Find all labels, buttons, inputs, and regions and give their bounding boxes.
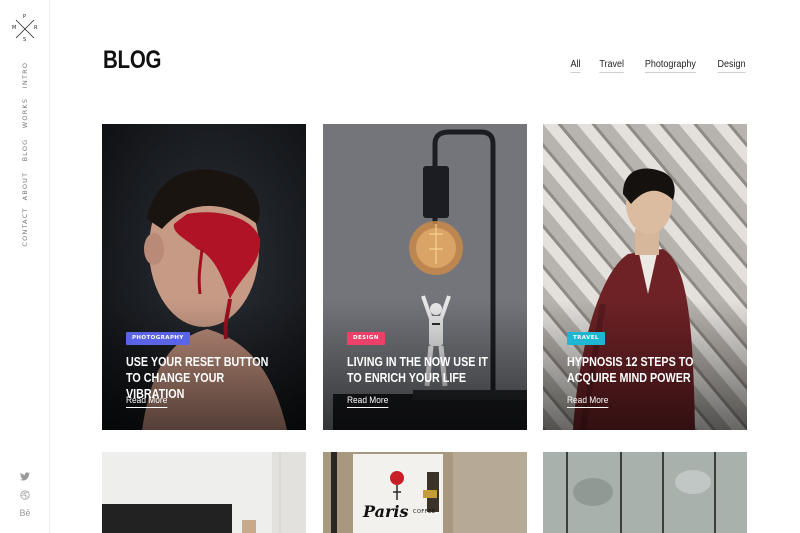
blog-card-partial[interactable]	[102, 452, 306, 533]
blog-filters: All Travel Photography Design	[570, 59, 747, 73]
read-more-link[interactable]: Read More	[567, 395, 609, 408]
nav-item-works[interactable]: WORKS	[0, 93, 50, 133]
sign-subtext: COFFEE	[413, 509, 436, 515]
post-image	[543, 452, 747, 533]
blog-card[interactable]: PHOTOGRAPHY USE YOUR RESET BUTTON TO CHA…	[102, 124, 306, 430]
twitter-icon[interactable]	[0, 472, 50, 483]
logo[interactable]: P M R S	[12, 14, 38, 43]
read-more-link[interactable]: Read More	[347, 395, 389, 408]
post-image	[102, 452, 306, 533]
category-badge[interactable]: PHOTOGRAPHY	[126, 332, 190, 345]
nav-item-blog[interactable]: BLOG	[0, 130, 50, 170]
blog-card-partial[interactable]: Paris COFFEE	[323, 452, 527, 533]
nav-item-label: INTRO	[21, 61, 29, 89]
nav-item-contact[interactable]: CONTACT	[0, 207, 50, 247]
nav-item-label: WORKS	[21, 97, 29, 129]
sidebar: P M R S INTRO WORKS BLOG ABOUT CONTACT B…	[0, 0, 50, 533]
blog-card-partial[interactable]	[543, 452, 747, 533]
filter-photography[interactable]: Photography	[644, 59, 697, 73]
post-title[interactable]: HYPNOSIS 12 STEPS TO ACQUIRE MIND POWER	[567, 354, 713, 386]
blog-card[interactable]: DESIGN LIVING IN THE NOW USE IT TO ENRIC…	[323, 124, 527, 430]
behance-icon[interactable]: Bē	[0, 508, 50, 518]
filter-all[interactable]: All	[570, 59, 581, 73]
filter-travel[interactable]: Travel	[599, 59, 624, 73]
nav-item-intro[interactable]: INTRO	[0, 55, 50, 95]
sign-text: Paris	[363, 502, 409, 521]
nav-item-label: BLOG	[21, 138, 29, 162]
category-badge[interactable]: TRAVEL	[567, 332, 605, 345]
logo-letter-right: R	[34, 25, 38, 31]
page-title: BLOG	[103, 46, 162, 74]
dribbble-icon[interactable]	[0, 490, 50, 502]
logo-letter-bottom: S	[23, 37, 27, 43]
post-title[interactable]: LIVING IN THE NOW USE IT TO ENRICH YOUR …	[347, 354, 493, 386]
read-more-link[interactable]: Read More	[126, 395, 168, 408]
nav-item-label: ABOUT	[21, 171, 29, 201]
nav-item-about[interactable]: ABOUT	[0, 166, 50, 206]
blog-card[interactable]: TRAVEL HYPNOSIS 12 STEPS TO ACQUIRE MIND…	[543, 124, 747, 430]
category-badge[interactable]: DESIGN	[347, 332, 385, 345]
nav-item-label: CONTACT	[21, 207, 29, 247]
logo-letter-top: P	[23, 14, 27, 20]
post-image	[323, 452, 527, 533]
filter-design[interactable]: Design	[717, 59, 746, 73]
logo-letter-left: M	[12, 25, 17, 31]
